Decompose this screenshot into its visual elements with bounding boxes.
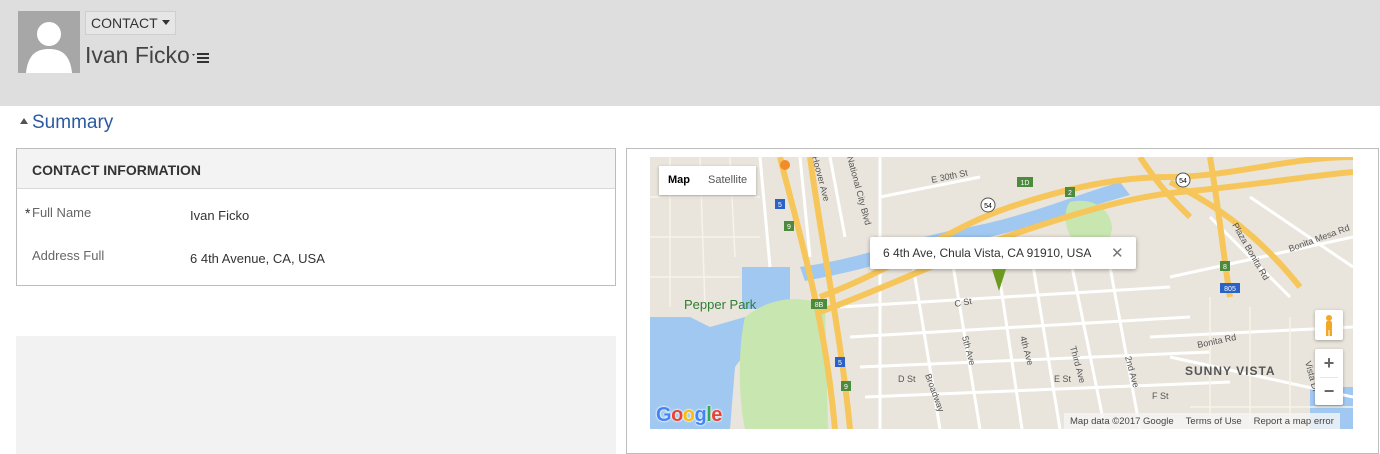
record-menu-icon[interactable] (192, 50, 210, 66)
empty-panel (16, 336, 616, 454)
entity-label: CONTACT (91, 15, 158, 31)
section-title: Summary (32, 112, 114, 133)
map-type-map-button[interactable]: Map (659, 166, 699, 195)
exit-2-label: 2 (1068, 190, 1072, 197)
record-title: Ivan Ficko (85, 42, 190, 68)
contact-avatar (18, 11, 80, 73)
zoom-out-button[interactable]: − (1315, 377, 1343, 405)
card-heading: CONTACT INFORMATION (17, 149, 615, 189)
info-window-address: 6 4th Ave, Chula Vista, CA 91910, USA (883, 246, 1092, 260)
location-pin-icon[interactable] (992, 269, 1006, 291)
address-full-value[interactable]: 6 4th Avenue, CA, USA (190, 251, 325, 266)
zoom-control: + − (1315, 349, 1343, 405)
exit-8-label: 8 (1223, 264, 1227, 271)
map-attribution: Map data ©2017 Google Terms of Use Repor… (1064, 413, 1340, 429)
entity-switcher-button[interactable]: CONTACT (85, 11, 176, 35)
map-data-credit: Map data ©2017 Google (1070, 415, 1174, 427)
map-view[interactable]: 5 5 54 54 805 9 9 8B 1D 2 8 E 30th St C … (650, 157, 1353, 429)
address-full-field[interactable]: Address Full 6 4th Avenue, CA, USA (17, 248, 615, 288)
shield-54a-label: 54 (984, 203, 992, 210)
exit-9b-label: 9 (844, 384, 848, 391)
address-full-label: Address Full (32, 248, 105, 263)
exit-9a-label: 9 (787, 224, 791, 231)
address-info-window: 6 4th Ave, Chula Vista, CA 91910, USA ✕ (870, 237, 1136, 269)
label-f-st: F St (1152, 391, 1169, 401)
map-label-area: SUNNY VISTA (1185, 364, 1276, 378)
caret-down-icon (161, 20, 170, 25)
shield-54b-label: 54 (1179, 178, 1187, 185)
map-type-satellite-button[interactable]: Satellite (699, 166, 756, 195)
shield-5b-label: 5 (838, 360, 842, 367)
label-e-st: E St (1054, 374, 1072, 384)
close-icon[interactable]: ✕ (1111, 244, 1124, 262)
contact-information-card: CONTACT INFORMATION * Full Name Ivan Fic… (16, 148, 616, 286)
terms-of-use-link[interactable]: Terms of Use (1186, 416, 1242, 427)
report-map-error-link[interactable]: Report a map error (1254, 416, 1334, 427)
map-type-control: Map Satellite (659, 166, 757, 195)
shield-5-label: 5 (778, 202, 782, 209)
zoom-in-button[interactable]: + (1315, 349, 1343, 377)
section-collapse-icon[interactable] (20, 118, 28, 124)
map-tiles: 5 5 54 54 805 9 9 8B 1D 2 8 E 30th St C … (650, 157, 1353, 429)
exit-8b-label: 8B (815, 302, 824, 309)
label-d-st: D St (898, 374, 916, 384)
street-view-pegman-icon[interactable] (1315, 310, 1343, 340)
google-logo[interactable]: Google (656, 404, 722, 427)
record-header: CONTACT Ivan Ficko (0, 0, 1380, 106)
exit-1d-label: 1D (1021, 180, 1030, 187)
full-name-value[interactable]: Ivan Ficko (190, 208, 249, 223)
zoom-separator (1320, 377, 1338, 378)
full-name-label: Full Name (32, 205, 92, 220)
full-name-field[interactable]: * Full Name Ivan Ficko (17, 205, 615, 245)
map-label-park: Pepper Park (684, 297, 757, 312)
shield-805-label: 805 (1224, 286, 1236, 293)
required-marker: * (25, 205, 31, 221)
